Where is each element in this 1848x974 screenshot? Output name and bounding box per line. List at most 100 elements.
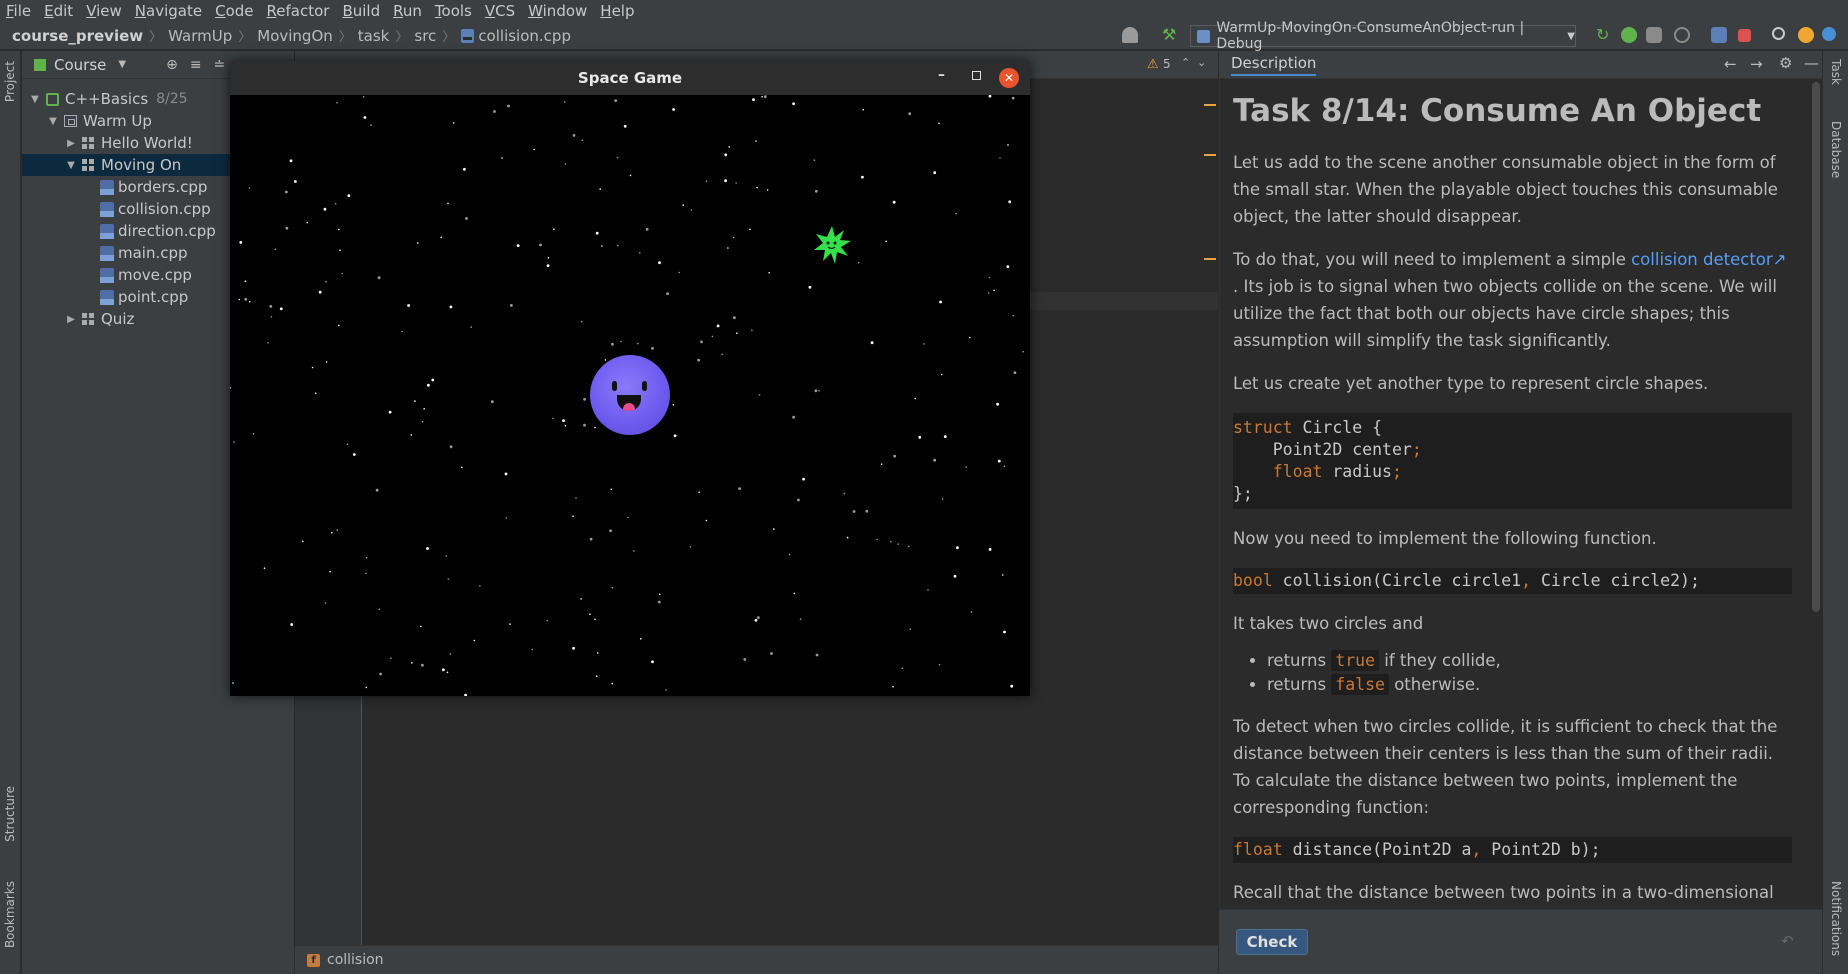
background-star <box>580 320 583 323</box>
player-planet <box>590 355 670 435</box>
breadcrumb-src[interactable]: src <box>414 27 436 45</box>
background-star <box>1003 630 1006 634</box>
game-window[interactable]: Space Game – ✕ <box>230 61 1030 696</box>
planet-eye <box>642 381 647 391</box>
background-star <box>908 112 912 116</box>
profile-icon[interactable] <box>1674 27 1690 43</box>
background-star <box>601 245 603 247</box>
chevron-down-icon[interactable]: ▼ <box>28 94 42 105</box>
check-button[interactable]: Check <box>1236 929 1308 955</box>
build-hammer-icon[interactable]: ⚒ <box>1162 27 1178 43</box>
background-star <box>623 124 627 128</box>
arrow-right-icon[interactable]: → <box>1750 55 1763 73</box>
debug-icon[interactable] <box>1621 27 1637 43</box>
plugin-icon[interactable] <box>1822 27 1836 41</box>
stop-icon[interactable] <box>1738 29 1751 42</box>
menu-build[interactable]: Build <box>336 2 387 20</box>
description-scrollbar[interactable] <box>1812 82 1820 612</box>
game-window-titlebar[interactable]: Space Game – ✕ <box>230 61 1030 95</box>
menu-tools[interactable]: Tools <box>429 2 479 20</box>
tool-database[interactable]: Database <box>1829 121 1843 178</box>
editor-breadcrumb: f collision <box>295 945 1218 974</box>
tree-item-label: Quiz <box>101 310 135 328</box>
background-star <box>365 572 367 575</box>
background-star <box>665 689 667 691</box>
background-star <box>876 538 878 541</box>
project-panel-title[interactable]: Course <box>54 56 106 74</box>
tool-bookmarks[interactable]: Bookmarks <box>3 881 17 948</box>
rerun-icon[interactable]: ↻ <box>1596 27 1612 43</box>
menu-help[interactable]: Help <box>594 2 641 20</box>
minimize-icon[interactable]: – <box>938 67 945 83</box>
update-icon[interactable] <box>1798 27 1814 43</box>
menu-vcs[interactable]: VCS <box>479 2 522 20</box>
background-star <box>546 619 549 622</box>
warning-icon[interactable]: ⚠ <box>1147 57 1159 72</box>
warning-marker[interactable] <box>1204 154 1216 156</box>
background-star <box>1008 200 1012 204</box>
tool-task[interactable]: Task <box>1829 59 1843 85</box>
attach-icon[interactable] <box>1711 27 1727 43</box>
tab-description[interactable]: Description <box>1231 54 1317 76</box>
task-description: Task 8/14: Consume An Object Let us add … <box>1219 79 1822 909</box>
reset-icon[interactable]: ↶ <box>1781 932 1794 950</box>
tool-notifications[interactable]: Notifications <box>1829 881 1843 956</box>
background-star <box>274 248 277 251</box>
chevron-down-icon[interactable]: ▼ <box>46 116 60 127</box>
background-star <box>736 332 738 334</box>
chevron-right-icon[interactable]: ▶ <box>64 314 78 325</box>
menu-run[interactable]: Run <box>387 2 429 20</box>
collapse-all-icon[interactable]: ≐ <box>214 57 226 73</box>
breadcrumb-warmup[interactable]: WarmUp <box>168 27 232 45</box>
warning-marker[interactable] <box>1204 258 1216 260</box>
chevron-down-icon[interactable]: ▼ <box>64 160 78 171</box>
background-star <box>533 148 535 151</box>
menu-file[interactable]: File <box>0 2 38 20</box>
menu-navigate[interactable]: Navigate <box>129 2 209 20</box>
menu-code[interactable]: Code <box>209 2 260 20</box>
menu-edit[interactable]: Edit <box>38 2 80 20</box>
maximize-icon[interactable] <box>972 71 981 80</box>
warning-marker[interactable] <box>1204 104 1216 106</box>
chevron-down-icon[interactable]: ⌄ <box>1197 56 1206 69</box>
function-icon: f <box>307 953 320 967</box>
menu-view[interactable]: View <box>80 2 129 20</box>
hide-icon[interactable]: — <box>1804 54 1819 72</box>
close-icon[interactable]: ✕ <box>999 68 1019 88</box>
background-star <box>539 243 542 247</box>
game-canvas[interactable] <box>230 95 1030 696</box>
background-star <box>610 488 613 491</box>
menu-window[interactable]: Window <box>522 2 594 20</box>
background-star <box>893 454 897 458</box>
arrow-left-icon[interactable]: ← <box>1724 55 1737 73</box>
chevron-down-icon[interactable]: ▼ <box>118 59 126 70</box>
function-crumb[interactable]: collision <box>327 952 384 968</box>
expand-all-icon[interactable]: ≡ <box>190 57 202 73</box>
chevron-up-icon[interactable]: ⌃ <box>1181 56 1190 69</box>
background-star <box>943 435 947 438</box>
tool-project[interactable]: Project <box>3 61 17 102</box>
tool-structure[interactable]: Structure <box>3 786 17 842</box>
description-paragraph: Recall that the distance between two poi… <box>1233 883 1774 902</box>
breadcrumb-movingon[interactable]: MovingOn <box>257 27 333 45</box>
search-icon[interactable] <box>1772 27 1785 40</box>
coverage-icon[interactable] <box>1646 27 1662 43</box>
background-star <box>362 96 365 98</box>
chevron-right-icon[interactable]: ▶ <box>64 138 78 149</box>
menu-refactor[interactable]: Refactor <box>261 2 337 20</box>
run-configuration-select[interactable]: WarmUp-MovingOn-ConsumeAnObject-run | De… <box>1190 20 1576 52</box>
user-icon[interactable] <box>1122 27 1138 43</box>
background-star <box>870 341 874 345</box>
background-star <box>988 548 992 551</box>
breadcrumb-project[interactable]: course_preview <box>12 27 143 45</box>
locate-icon[interactable]: ⊕ <box>166 57 178 73</box>
background-star <box>493 110 496 113</box>
breadcrumb-file[interactable]: collision.cpp <box>478 27 571 45</box>
breadcrumb-task[interactable]: task <box>358 27 390 45</box>
background-star <box>617 244 619 247</box>
collision-detector-link[interactable]: collision detector <box>1631 250 1773 269</box>
background-star <box>666 292 669 295</box>
progress-count: 8/25 <box>156 91 188 107</box>
gear-icon[interactable]: ⚙ <box>1779 54 1792 72</box>
background-star <box>614 99 618 102</box>
